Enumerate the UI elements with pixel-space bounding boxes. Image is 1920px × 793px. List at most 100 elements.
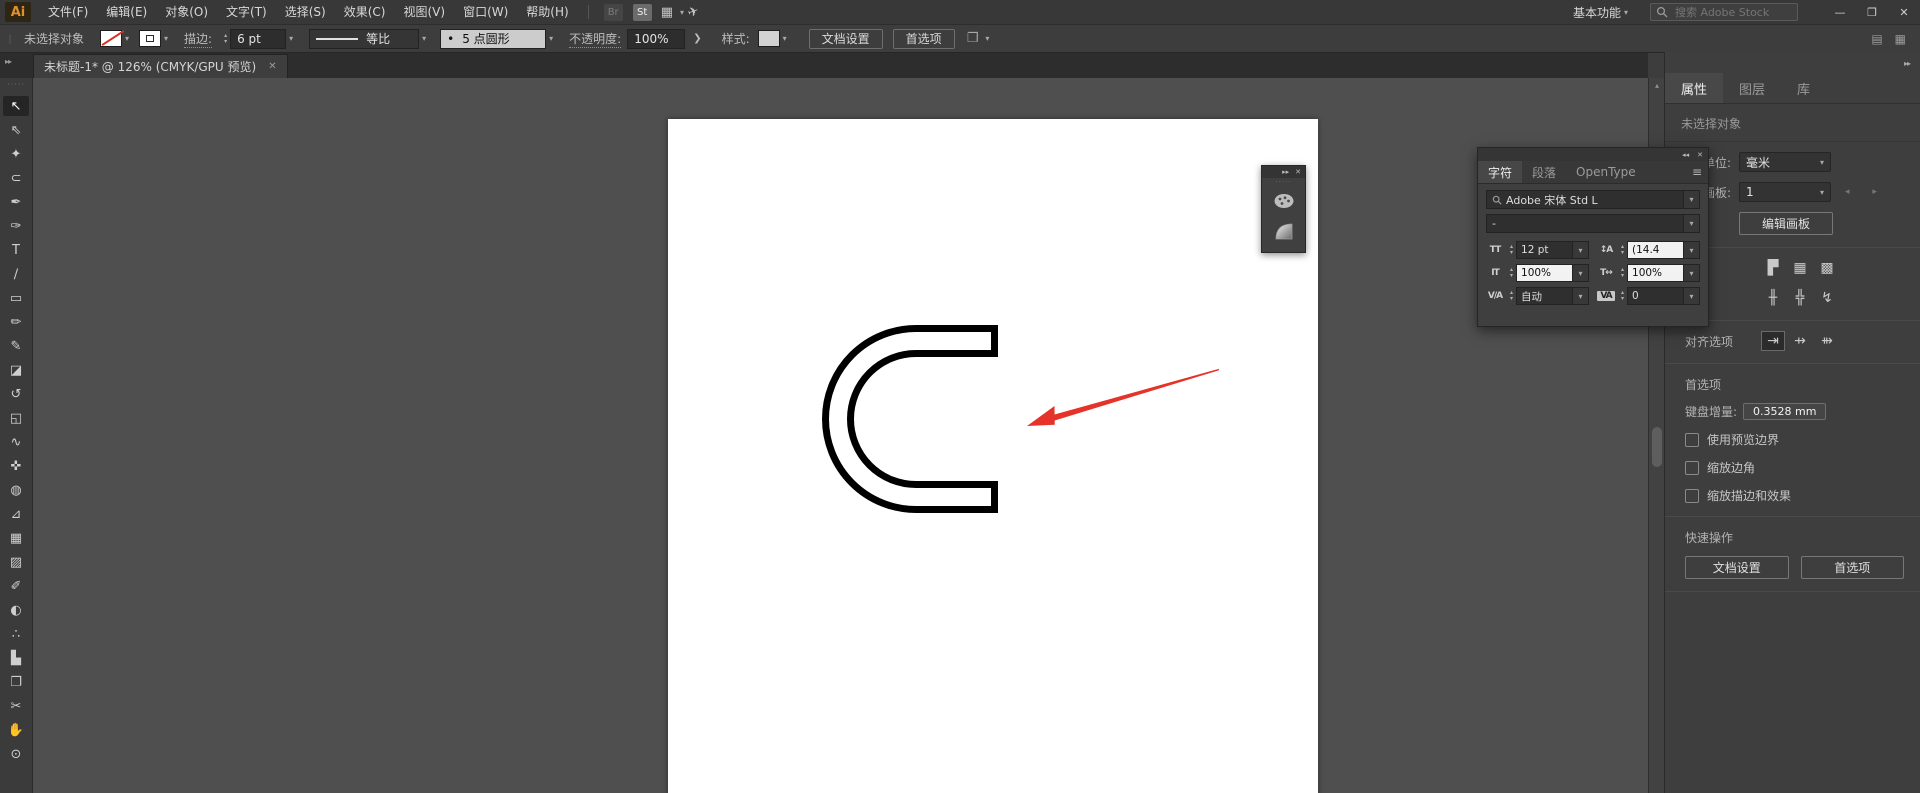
font-size-dropdown[interactable]: ▾ [1573, 241, 1589, 259]
checkbox[interactable] [1685, 460, 1699, 475]
stroke-weight-field[interactable]: 6 pt [230, 28, 287, 49]
snap-icon[interactable]: ╫ [1761, 288, 1785, 308]
edit-artboard-button[interactable]: 编辑画板 [1739, 212, 1833, 235]
document-tab[interactable]: 未标题-1* @ 126% (CMYK/GPU 预览) ✕ [33, 54, 288, 78]
tool-zoom[interactable]: ⊙ [3, 744, 29, 764]
preferences-button[interactable]: 首选项 [1800, 556, 1904, 579]
panel-grip[interactable]: ····· [7, 80, 25, 90]
fill-swatch[interactable] [100, 30, 123, 47]
panel-menu-icon[interactable]: ≡ [1686, 161, 1708, 183]
menubar-item[interactable]: 文件(F) [39, 0, 97, 24]
panel-grip[interactable]: ····· [4, 34, 14, 43]
menubar-item[interactable]: 选择(S) [276, 0, 335, 24]
tool-symbol-sprayer[interactable]: ∴ [3, 624, 29, 644]
menubar-item[interactable]: 窗口(W) [454, 0, 517, 24]
tool-blend[interactable]: ◐ [3, 600, 29, 620]
unit-select[interactable]: 毫米 ▾ [1739, 152, 1831, 172]
tool-scale[interactable]: ◱ [3, 408, 29, 428]
opacity-label[interactable]: 不透明度: [569, 30, 622, 48]
tool-artboard[interactable]: ❐ [3, 672, 29, 692]
stroke-weight-label[interactable]: 描边: [184, 30, 213, 48]
font-family-dropdown[interactable]: ▾ [1684, 190, 1700, 209]
tool-column-graph[interactable]: ▙ [3, 648, 29, 668]
menubar-item[interactable]: 视图(V) [394, 0, 454, 24]
gradient-panel-button[interactable] [1262, 216, 1305, 246]
tool-shaper[interactable]: ✎ [3, 336, 29, 356]
grid-icon[interactable]: ▩ [1815, 258, 1839, 278]
c-shape-artwork[interactable] [822, 325, 998, 513]
stepper[interactable]: ▴ ▾ [1621, 244, 1624, 256]
checkbox-row[interactable]: 使用预览边界 [1685, 431, 1904, 448]
font-family-field[interactable]: Adobe 宋体 Std L [1486, 190, 1684, 209]
opacity-expand-icon[interactable]: ❯ [693, 33, 701, 44]
stroke-swatch[interactable] [139, 30, 162, 47]
document-setup-button[interactable]: 文档设置 [1685, 556, 1789, 579]
tool-magic-wand[interactable]: ✦ [3, 144, 29, 164]
chevron-down-icon[interactable]: ▾ [125, 34, 129, 43]
dock-grip[interactable]: ····· [1262, 178, 1305, 186]
tracking-dropdown[interactable]: ▾ [1684, 287, 1700, 305]
tab-paragraph[interactable]: 段落 [1522, 161, 1566, 183]
menubar-item[interactable]: 效果(C) [335, 0, 395, 24]
workspace-switcher[interactable]: 基本功能 ▾ [1573, 4, 1628, 21]
restore-button[interactable]: ❐ [1856, 0, 1888, 24]
snap-icon[interactable]: ╬ [1788, 288, 1812, 308]
stock-icon[interactable]: St [632, 3, 652, 21]
close-tab-icon[interactable]: ✕ [268, 61, 276, 72]
tool-perspective-grid[interactable]: ⊿ [3, 504, 29, 524]
tool-width[interactable]: ∿ [3, 432, 29, 452]
checkbox[interactable] [1685, 432, 1699, 447]
tool-puppet-warp[interactable]: ✜ [3, 456, 29, 476]
leading-dropdown[interactable]: ▾ [1684, 241, 1700, 259]
bridge-icon[interactable]: Br [603, 3, 623, 21]
tool-type[interactable]: T [3, 240, 29, 260]
tab-character[interactable]: 字符 [1478, 161, 1523, 183]
tab-libraries[interactable]: 库 [1781, 73, 1826, 103]
stepper[interactable]: ▴ ▾ [1510, 244, 1513, 256]
tool-rotate[interactable]: ↺ [3, 384, 29, 404]
tool-curvature[interactable]: ✑ [3, 216, 29, 236]
chevron-down-icon[interactable]: ▾ [680, 8, 684, 17]
panel-list-icon[interactable]: ▤ [1871, 32, 1882, 46]
preferences-button[interactable]: 首选项 [892, 28, 955, 49]
color-panel-button[interactable] [1262, 186, 1305, 216]
tool-gradient[interactable]: ▨ [3, 552, 29, 572]
artboard-select[interactable]: 1 ▾ [1739, 182, 1831, 202]
kerning-dropdown[interactable]: ▾ [1573, 287, 1589, 305]
toolbar-collapse-icon[interactable]: ▸▸ [5, 57, 12, 66]
chevron-down-icon[interactable]: ▾ [164, 34, 168, 43]
document-setup-button[interactable]: 文档设置 [808, 28, 883, 49]
brush-dropdown[interactable]: • 5 点圆形 [440, 28, 547, 49]
share-icon[interactable]: ✈ [686, 3, 701, 21]
align-icon[interactable]: ⇥ [1761, 331, 1785, 351]
tab-layers[interactable]: 图层 [1723, 73, 1781, 103]
grid-icon[interactable]: ▦ [1788, 258, 1812, 278]
menubar-item[interactable]: 文字(T) [217, 0, 276, 24]
artboard-nav-arrows[interactable]: ◂ ▸ [1845, 187, 1887, 197]
style-swatch[interactable] [757, 30, 780, 47]
stepper[interactable]: ▴ ▾ [1510, 290, 1513, 302]
close-panel-icon[interactable]: ✕ [1697, 151, 1703, 159]
stroke-stepper[interactable]: ▴ ▾ [224, 32, 227, 45]
checkbox-row[interactable]: 缩放描边和效果 [1685, 487, 1904, 504]
tool-selection[interactable]: ↖ [3, 96, 29, 116]
tool-paintbrush[interactable]: ✏ [3, 312, 29, 332]
snap-icon[interactable]: ↯ [1815, 288, 1839, 308]
menubar-item[interactable]: 帮助(H) [517, 0, 577, 24]
chevron-down-icon[interactable]: ▾ [783, 34, 787, 43]
scrollbar-thumb[interactable] [1652, 427, 1662, 467]
horizontal-scale-dropdown[interactable]: ▾ [1684, 264, 1700, 282]
scroll-up-icon[interactable]: ▴ [1649, 78, 1665, 92]
tool-eraser[interactable]: ◪ [3, 360, 29, 380]
canvas-pasteboard[interactable]: ▸▸ ✕ ····· [33, 78, 1648, 793]
tool-shape-builder[interactable]: ◍ [3, 480, 29, 500]
horizontal-scale-field[interactable]: 100% [1627, 264, 1684, 282]
kerning-field[interactable]: 自动 [1516, 287, 1573, 305]
keyboard-increment-field[interactable]: 0.3528 mm [1743, 403, 1827, 420]
menubar-item[interactable]: 对象(O) [156, 0, 217, 24]
tool-slice[interactable]: ✂ [3, 696, 29, 716]
tool-mesh[interactable]: ▦ [3, 528, 29, 548]
chevron-down-icon[interactable]: ▾ [422, 34, 426, 43]
close-icon[interactable]: ✕ [1295, 168, 1301, 176]
tool-eyedropper[interactable]: ✐ [3, 576, 29, 596]
